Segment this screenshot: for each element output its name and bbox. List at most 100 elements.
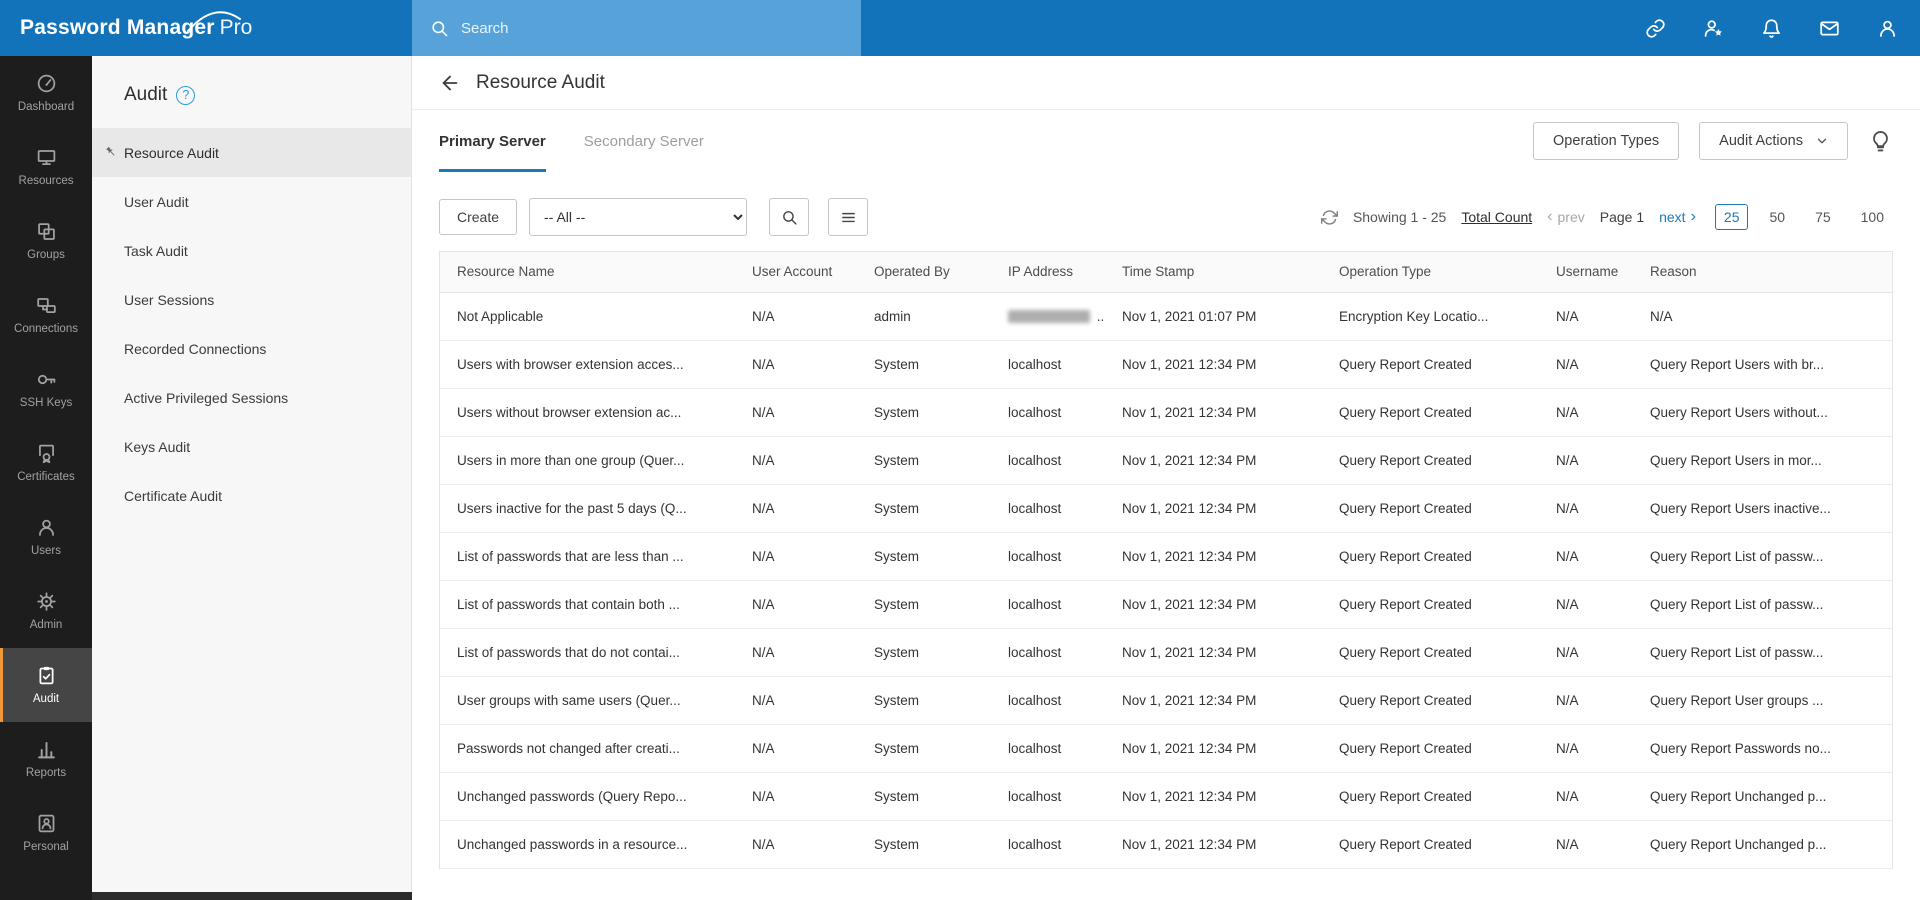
sidebar-item-groups[interactable]: Groups xyxy=(0,204,92,278)
admin-icon xyxy=(36,591,57,612)
filter-select[interactable]: -- All -- xyxy=(529,198,747,236)
submenu-header: Audit ? xyxy=(92,56,411,128)
table-cell: Query Report List of passw... xyxy=(1640,532,1892,580)
reports-icon xyxy=(36,739,57,760)
table-cell: Query Report Created xyxy=(1329,724,1546,772)
search-button[interactable] xyxy=(769,198,809,236)
table-cell: localhost xyxy=(998,340,1112,388)
submenu-item-certificate-audit[interactable]: Certificate Audit xyxy=(92,471,411,520)
table-cell: System xyxy=(864,676,998,724)
panel-collapse-bar[interactable] xyxy=(92,892,412,900)
table-cell: System xyxy=(864,580,998,628)
next-page-button[interactable]: next› xyxy=(1659,209,1696,225)
table-cell: N/A xyxy=(742,772,864,820)
table-row: Passwords not changed after creati...N/A… xyxy=(440,724,1892,772)
sidebar-item-admin[interactable]: Admin xyxy=(0,574,92,648)
list-view-button[interactable] xyxy=(828,198,868,236)
submenu-item-task-audit[interactable]: Task Audit xyxy=(92,226,411,275)
global-search[interactable] xyxy=(412,0,861,56)
submenu-item-user-sessions[interactable]: User Sessions xyxy=(92,275,411,324)
account-icon[interactable] xyxy=(1877,18,1898,39)
personal-icon xyxy=(36,813,57,834)
back-button[interactable] xyxy=(439,72,461,94)
prev-label: prev xyxy=(1558,209,1585,225)
table-row: Not ApplicableN/Aadmin ..Nov 1, 2021 01:… xyxy=(440,292,1892,340)
table-cell: Query Report Created xyxy=(1329,820,1546,868)
table-cell: Users in more than one group (Quer... xyxy=(440,436,742,484)
sidebar-item-connections[interactable]: Connections xyxy=(0,278,92,352)
table-cell: N/A xyxy=(742,724,864,772)
table-cell: N/A xyxy=(1546,676,1640,724)
table-cell: Query Report Created xyxy=(1329,436,1546,484)
page-size-75[interactable]: 75 xyxy=(1806,204,1840,230)
table-cell: localhost xyxy=(998,772,1112,820)
table-row: User groups with same users (Quer...N/AS… xyxy=(440,676,1892,724)
table-cell: localhost xyxy=(998,580,1112,628)
sidebar-item-users[interactable]: Users xyxy=(0,500,92,574)
page-title: Resource Audit xyxy=(476,72,605,94)
column-header-reason: Reason xyxy=(1640,252,1892,292)
create-button[interactable]: Create xyxy=(439,199,517,235)
link-icon[interactable] xyxy=(1645,18,1666,39)
table-cell: Nov 1, 2021 12:34 PM xyxy=(1112,676,1329,724)
submenu-item-keys-audit[interactable]: Keys Audit xyxy=(92,422,411,471)
table-cell: N/A xyxy=(742,292,864,340)
audit-submenu: Audit ? Resource AuditUser Audit Task Aud… xyxy=(92,56,412,900)
audit-actions-button[interactable]: Audit Actions xyxy=(1699,122,1848,160)
sidebar-item-label: Connections xyxy=(14,323,78,335)
submenu-item-label: Task Audit xyxy=(124,243,188,259)
tab-primary-server[interactable]: Primary Server xyxy=(439,110,546,172)
sidebar-item-ssh-keys[interactable]: SSH Keys xyxy=(0,352,92,426)
submenu-item-active-privileged-sessions[interactable]: Active Privileged Sessions xyxy=(92,373,411,422)
brand-suffix: Pro xyxy=(220,16,253,40)
table-cell: Nov 1, 2021 12:34 PM xyxy=(1112,580,1329,628)
table-row: List of passwords that are less than ...… xyxy=(440,532,1892,580)
table-cell: localhost xyxy=(998,532,1112,580)
table-cell: Query Report Passwords no... xyxy=(1640,724,1892,772)
total-count-link[interactable]: Total Count xyxy=(1461,209,1532,225)
table-body: Not ApplicableN/Aadmin ..Nov 1, 2021 01:… xyxy=(440,292,1892,868)
notifications-icon[interactable] xyxy=(1761,18,1782,39)
submenu-list: Resource AuditUser Audit Task Audit User S… xyxy=(92,128,411,520)
sidebar-item-reports[interactable]: Reports xyxy=(0,722,92,796)
table-cell: Query Report Users with br... xyxy=(1640,340,1892,388)
table-cell: Unchanged passwords in a resource... xyxy=(440,820,742,868)
submenu-item-user-audit[interactable]: User Audit xyxy=(92,177,411,226)
table-cell: localhost xyxy=(998,820,1112,868)
table-cell: N/A xyxy=(1546,340,1640,388)
table-cell: Query Report Users without... xyxy=(1640,388,1892,436)
submenu-item-recorded-connections[interactable]: Recorded Connections xyxy=(92,324,411,373)
users-icon xyxy=(36,517,57,538)
sidebar-item-label: SSH Keys xyxy=(20,397,72,409)
sidebar-item-certificates[interactable]: Certificates xyxy=(0,426,92,500)
sidebar-item-resources[interactable]: Resources xyxy=(0,130,92,204)
submenu-item-resource-audit[interactable]: Resource Audit xyxy=(92,128,411,177)
page-size-100[interactable]: 100 xyxy=(1852,204,1893,230)
table-cell: Encryption Key Locatio... xyxy=(1329,292,1546,340)
table-cell: N/A xyxy=(742,820,864,868)
operation-types-button[interactable]: Operation Types xyxy=(1533,122,1679,160)
table-cell: Query Report Users in mor... xyxy=(1640,436,1892,484)
user-admin-icon[interactable] xyxy=(1703,18,1724,39)
refresh-icon[interactable] xyxy=(1321,209,1338,226)
audit-table-wrap: Resource NameUser AccountOperated ByIP A… xyxy=(439,251,1893,869)
prev-page-button[interactable]: ‹prev xyxy=(1547,209,1585,225)
sidebar-item-personal[interactable]: Personal xyxy=(0,796,92,870)
table-row: Users without browser extension ac...N/A… xyxy=(440,388,1892,436)
tab-secondary-server[interactable]: Secondary Server xyxy=(584,110,704,172)
mail-icon[interactable] xyxy=(1819,18,1840,39)
table-cell: N/A xyxy=(1546,292,1640,340)
table-row: List of passwords that contain both ...N… xyxy=(440,580,1892,628)
sidebar-item-audit[interactable]: Audit xyxy=(0,648,92,722)
table-cell: Nov 1, 2021 12:34 PM xyxy=(1112,628,1329,676)
lightbulb-icon[interactable] xyxy=(1868,129,1893,154)
global-search-input[interactable] xyxy=(461,20,843,37)
page-size-50[interactable]: 50 xyxy=(1760,204,1794,230)
chevron-right-icon: › xyxy=(1691,209,1696,225)
help-icon[interactable]: ? xyxy=(176,86,195,105)
page-size-25[interactable]: 25 xyxy=(1715,204,1749,230)
table-cell: Query Report List of passw... xyxy=(1640,580,1892,628)
sidebar-item-dashboard[interactable]: Dashboard xyxy=(0,56,92,130)
submenu-item-label: Keys Audit xyxy=(124,439,190,455)
table-cell: Nov 1, 2021 12:34 PM xyxy=(1112,820,1329,868)
